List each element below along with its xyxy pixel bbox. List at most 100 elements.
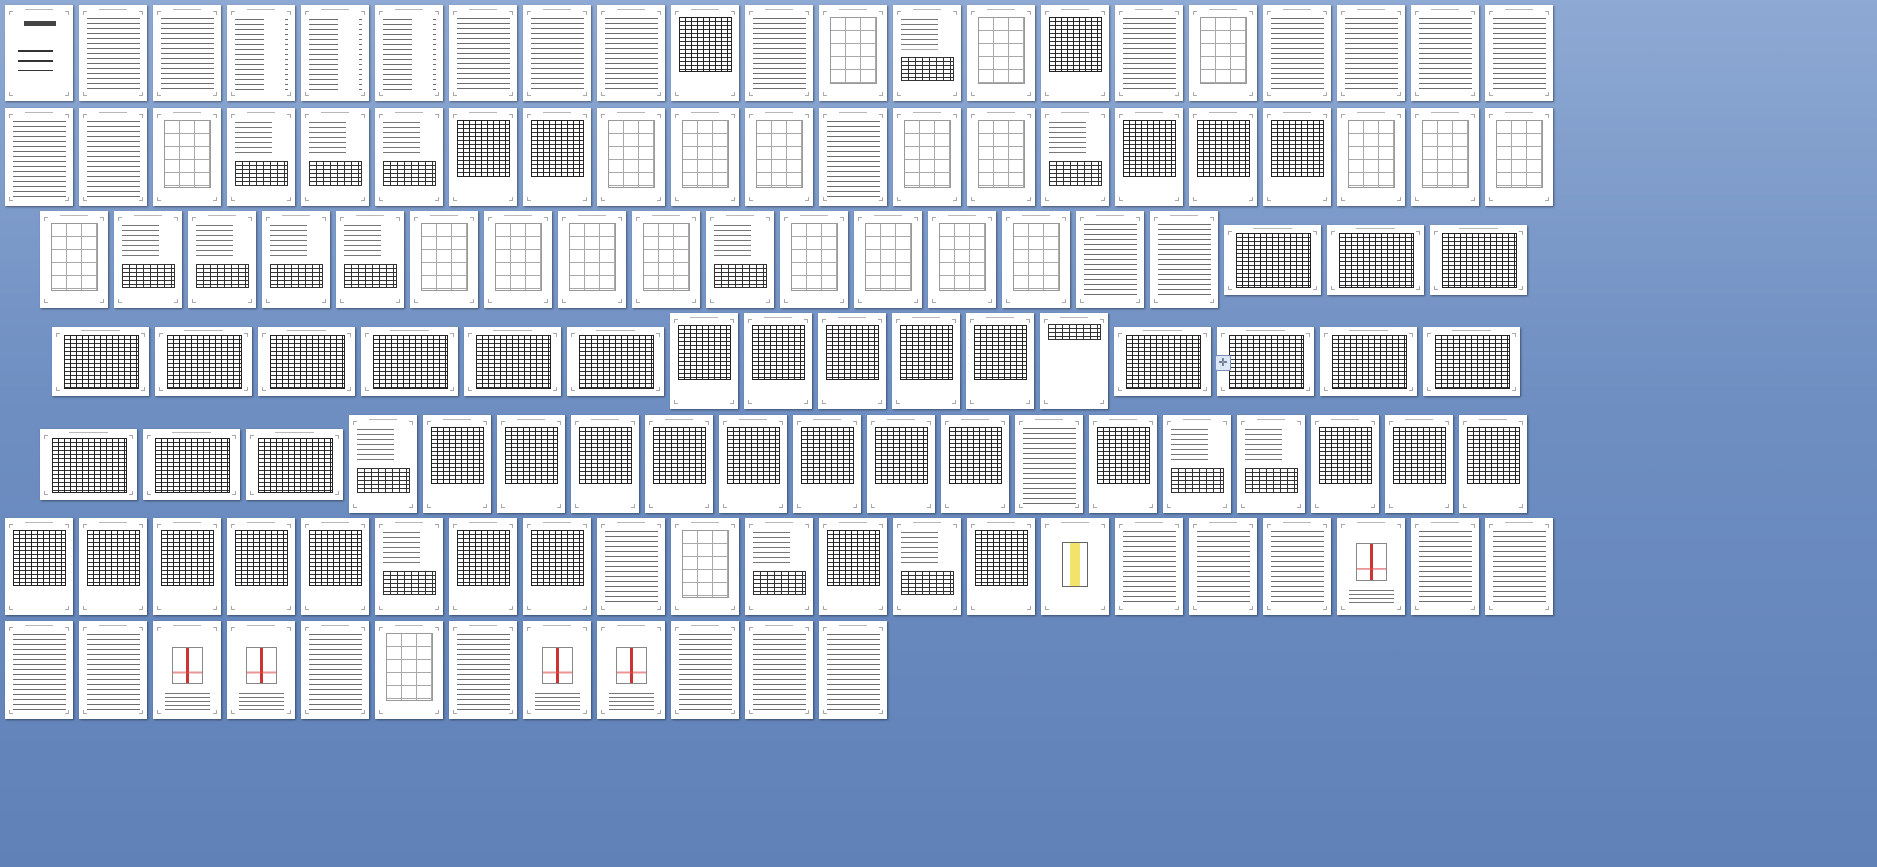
page-thumbnail[interactable] bbox=[819, 518, 887, 615]
page-thumbnail[interactable] bbox=[671, 518, 739, 615]
page-thumbnail[interactable] bbox=[114, 211, 182, 308]
page-thumbnail[interactable] bbox=[1189, 518, 1257, 615]
page-thumbnail[interactable] bbox=[671, 621, 739, 719]
page-thumbnail[interactable] bbox=[1163, 415, 1231, 513]
page-thumbnail[interactable] bbox=[258, 327, 355, 396]
page-thumbnail[interactable] bbox=[744, 313, 812, 409]
page-thumbnail[interactable] bbox=[745, 5, 813, 101]
page-thumbnail[interactable] bbox=[349, 415, 417, 513]
page-thumbnail[interactable] bbox=[484, 211, 552, 308]
page-thumbnail[interactable] bbox=[967, 5, 1035, 101]
page-thumbnail[interactable] bbox=[523, 621, 591, 719]
page-thumbnail[interactable] bbox=[819, 108, 887, 206]
page-thumbnail[interactable] bbox=[40, 429, 137, 500]
page-thumbnail[interactable] bbox=[793, 415, 861, 513]
page-thumbnail[interactable] bbox=[819, 621, 887, 719]
page-thumbnail[interactable] bbox=[1115, 108, 1183, 206]
page-thumbnail[interactable] bbox=[227, 621, 295, 719]
page-thumbnail[interactable] bbox=[558, 211, 626, 308]
page-thumbnail[interactable] bbox=[1430, 225, 1527, 295]
page-thumbnail[interactable] bbox=[1115, 518, 1183, 615]
page-thumbnail[interactable] bbox=[301, 108, 369, 206]
page-thumbnail[interactable] bbox=[819, 5, 887, 101]
page-thumbnail[interactable] bbox=[1015, 415, 1083, 513]
page-thumbnail[interactable] bbox=[1224, 225, 1321, 295]
page-thumbnail[interactable] bbox=[155, 327, 252, 396]
page-thumbnail[interactable] bbox=[79, 621, 147, 719]
page-thumbnail[interactable] bbox=[449, 621, 517, 719]
page-thumbnail[interactable] bbox=[336, 211, 404, 308]
page-thumbnail[interactable] bbox=[1150, 211, 1218, 308]
page-thumbnail[interactable] bbox=[79, 5, 147, 101]
page-thumbnail[interactable] bbox=[719, 415, 787, 513]
page-thumbnail[interactable] bbox=[854, 211, 922, 308]
page-thumbnail[interactable] bbox=[5, 108, 73, 206]
page-thumbnail[interactable] bbox=[410, 211, 478, 308]
page-thumbnail[interactable] bbox=[1485, 108, 1553, 206]
page-thumbnail[interactable] bbox=[745, 108, 813, 206]
page-thumbnail[interactable] bbox=[375, 518, 443, 615]
page-thumbnail[interactable] bbox=[893, 108, 961, 206]
page-thumbnail[interactable] bbox=[1189, 108, 1257, 206]
page-thumbnail[interactable] bbox=[5, 518, 73, 615]
page-thumbnail[interactable] bbox=[1076, 211, 1144, 308]
page-thumbnail[interactable] bbox=[671, 5, 739, 101]
page-thumbnail[interactable] bbox=[567, 327, 664, 396]
page-thumbnail[interactable] bbox=[1337, 5, 1405, 101]
page-thumbnail[interactable] bbox=[1337, 518, 1405, 615]
page-thumbnail[interactable] bbox=[1041, 108, 1109, 206]
page-thumbnail[interactable] bbox=[52, 327, 149, 396]
page-thumbnail[interactable] bbox=[1002, 211, 1070, 308]
page-thumbnail[interactable] bbox=[1089, 415, 1157, 513]
page-thumbnail[interactable] bbox=[867, 415, 935, 513]
page-thumbnail[interactable] bbox=[645, 415, 713, 513]
page-overview-viewport[interactable] bbox=[0, 0, 1877, 867]
page-thumbnail[interactable] bbox=[361, 327, 458, 396]
page-thumbnail[interactable] bbox=[928, 211, 996, 308]
page-thumbnail[interactable] bbox=[1459, 415, 1527, 513]
page-thumbnail[interactable] bbox=[745, 621, 813, 719]
page-thumbnail[interactable] bbox=[1311, 415, 1379, 513]
page-thumbnail[interactable] bbox=[632, 211, 700, 308]
page-thumbnail[interactable] bbox=[464, 327, 561, 396]
page-thumbnail[interactable] bbox=[1217, 327, 1314, 396]
page-thumbnail[interactable] bbox=[597, 518, 665, 615]
page-thumbnail[interactable] bbox=[1041, 518, 1109, 615]
page-thumbnail[interactable] bbox=[375, 108, 443, 206]
page-thumbnail[interactable] bbox=[1263, 518, 1331, 615]
page-thumbnail[interactable] bbox=[262, 211, 330, 308]
page-thumbnail[interactable] bbox=[5, 621, 73, 719]
page-thumbnail[interactable] bbox=[1385, 415, 1453, 513]
page-thumbnail[interactable] bbox=[523, 108, 591, 206]
page-thumbnail[interactable] bbox=[597, 621, 665, 719]
page-thumbnail[interactable] bbox=[967, 108, 1035, 206]
page-thumbnail[interactable] bbox=[188, 211, 256, 308]
page-thumbnail[interactable] bbox=[1189, 5, 1257, 101]
page-thumbnail[interactable] bbox=[375, 621, 443, 719]
page-thumbnail[interactable] bbox=[966, 313, 1034, 409]
page-thumbnail[interactable] bbox=[1411, 518, 1479, 615]
page-thumbnail[interactable] bbox=[227, 108, 295, 206]
page-thumbnail[interactable] bbox=[1411, 108, 1479, 206]
page-thumbnail[interactable] bbox=[1423, 327, 1520, 396]
page-thumbnail[interactable] bbox=[449, 108, 517, 206]
page-thumbnail[interactable] bbox=[1263, 108, 1331, 206]
page-thumbnail[interactable] bbox=[893, 5, 961, 101]
page-thumbnail[interactable] bbox=[597, 108, 665, 206]
page-thumbnail[interactable] bbox=[745, 518, 813, 615]
page-thumbnail[interactable] bbox=[1237, 415, 1305, 513]
page-thumbnail[interactable] bbox=[670, 313, 738, 409]
page-thumbnail[interactable] bbox=[1485, 518, 1553, 615]
page-thumbnail[interactable] bbox=[780, 211, 848, 308]
page-thumbnail[interactable] bbox=[967, 518, 1035, 615]
page-thumbnail[interactable] bbox=[671, 108, 739, 206]
page-thumbnail[interactable] bbox=[227, 5, 295, 101]
page-thumbnail[interactable] bbox=[523, 518, 591, 615]
page-thumbnail[interactable] bbox=[153, 518, 221, 615]
page-thumbnail[interactable] bbox=[153, 5, 221, 101]
move-cross-icon[interactable]: ✛ bbox=[1215, 355, 1231, 371]
page-thumbnail[interactable] bbox=[571, 415, 639, 513]
page-thumbnail[interactable] bbox=[375, 5, 443, 101]
page-thumbnail[interactable] bbox=[1114, 327, 1211, 396]
page-thumbnail[interactable] bbox=[301, 518, 369, 615]
